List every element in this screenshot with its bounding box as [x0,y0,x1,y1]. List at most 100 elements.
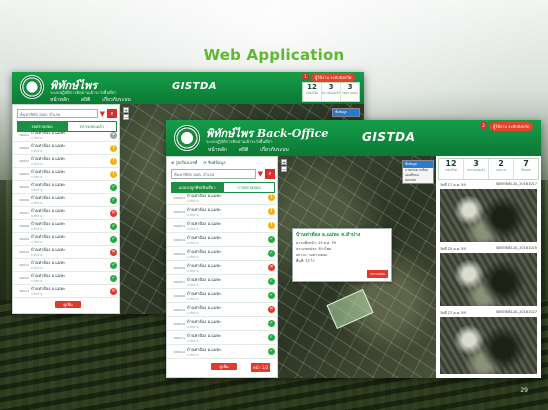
search-icon[interactable]: ⌕ [107,109,117,118]
notification-icon[interactable]: 1 [302,73,309,80]
list-item[interactable]: 000011 บ้านท่าต้อง อ.แม่ทะ จ.ลำปาง ✓ [167,331,279,345]
nav-about[interactable]: เกี่ยวกับระบบ [258,145,290,155]
front-layer-box[interactable]: ชั้นข้อมูล [332,108,360,117]
item-title: บ้านท่าต้อง อ.แม่ทะ [31,286,66,291]
list-item[interactable]: 00010 บ้านท่าต้อง อ.แม่ทะ จ.ลำปาง ✕ [13,246,121,259]
search-input[interactable]: ค้นหาพิกัด อบต. อำเภอ [17,109,98,118]
user-menu[interactable]: ผู้ใช้งาน ระดับจังหวัด [489,122,534,131]
list-item[interactable]: 00013 บ้านท่าต้อง อ.แม่ทะ จ.ลำปาง ✕ [13,285,121,298]
filter-toolbar-button[interactable]: ⊕ รูปเรียงเลขที่ [171,159,197,167]
status-ok-icon: ✓ [110,235,117,243]
list-item[interactable]: 00006 บ้านท่าต้อง อ.แม่ทะ จ.ลำปาง ✓ [13,194,121,207]
inspect-button[interactable]: ตรวจสอบ [367,270,388,278]
status-ok-icon: ✓ [268,334,275,341]
search-icon[interactable]: ⌕ [265,169,275,179]
status-wait-icon: ! [268,222,275,229]
item-subtitle: จ.ลำปาง [187,254,199,259]
list-item[interactable]: 000001 บ้านท่าต้อง อ.แม่ทะ จ.ลำปาง! [167,191,279,205]
item-id: 000003 [173,223,185,228]
imagery-card[interactable]: วันที่ 27 ต.ค. 59 SENTINEL2A_20161027 [438,310,539,376]
item-title: บ้านท่าต้อง อ.แม่ทะ [31,273,66,278]
zoom-in-icon[interactable]: + [123,107,129,114]
page-indicator: หน้า 1/2 [251,363,271,372]
load-more-button[interactable]: ดูเพิ่ม [211,363,237,370]
item-title: บ้านท่าต้อง อ.แม่ทะ [31,208,66,213]
back-map[interactable]: + − ชั้นข้อมูล ภาพถ่ายดาวเทียม แผนที่ถนน… [278,156,436,378]
item-subtitle: จ.ลำปาง [187,310,199,315]
item-id: 00002 [19,146,29,150]
list-item[interactable]: 000005 บ้านท่าต้อง อ.แม่ทะ จ.ลำปาง ✓ [167,247,279,261]
item-title: บ้านท่าต้อง อ.แม่ทะ [187,346,222,352]
item-subtitle: จ.ลำปาง [31,279,43,283]
status-ok-icon: ✓ [110,261,117,269]
item-id: 000012 [173,349,185,354]
status-wait-icon: ! [268,208,275,215]
list-item[interactable]: 00001 บ้านท่าต้อง อ.แม่ทะ จ.ลำปาง • [13,129,121,142]
item-id: 000005 [173,251,185,256]
front-list: 00001 บ้านท่าต้อง อ.แม่ทะ จ.ลำปาง • 00002 บ้า… [13,129,121,298]
page-number: 29 [520,387,528,394]
sync-button[interactable]: ⟳ ซิงค์ข้อมูล [203,159,225,167]
item-id: 00009 [19,237,29,241]
list-item[interactable]: 00005 บ้านท่าต้อง อ.แม่ทะ จ.ลำปาง ✓ [13,181,121,194]
list-item[interactable]: 00004 บ้านท่าต้อง อ.แม่ทะ จ.ลำปาง! [13,168,121,181]
zoom-out-icon[interactable]: − [123,114,129,121]
back-layer-box[interactable]: ชั้นข้อมูล ภาพถ่ายดาวเทียม แผนที่ถนน ขอบ… [402,160,434,184]
item-title: บ้านท่าต้อง อ.แม่ทะ [187,234,222,240]
back-stats-summary: 12 แปลงใหม่ 3 ตรวจสอบแล้ว 2 รอตรวจ 7 ทั้… [438,158,539,180]
list-item[interactable]: 000010 บ้านท่าต้อง อ.แม่ทะ จ.ลำปาง ✓ [167,317,279,331]
status-ok-icon: ✓ [268,278,275,285]
item-subtitle: จ.ลำปาง [187,296,199,301]
back-toolbar: ⊕ รูปเรียงเลขที่ ⟳ ซิงค์ข้อมูล [171,159,275,167]
item-id: 00006 [19,198,29,202]
list-item[interactable]: 000002 บ้านท่าต้อง อ.แม่ทะ จ.ลำปาง! [167,205,279,219]
list-item[interactable]: 00012 บ้านท่าต้อง อ.แม่ทะ จ.ลำปาง ✓ [13,272,121,285]
item-title: บ้านท่าต้อง อ.แม่ทะ [31,195,66,200]
item-title: บ้านท่าต้อง อ.แม่ทะ [31,234,66,239]
list-item[interactable]: 00008 บ้านท่าต้อง อ.แม่ทะ จ.ลำปาง ✓ [13,220,121,233]
list-item[interactable]: 000009 บ้านท่าต้อง อ.แม่ทะ จ.ลำปาง ✕ [167,303,279,317]
item-title: บ้านท่าต้อง อ.แม่ทะ [187,318,222,324]
load-more-button[interactable]: ดูเพิ่ม [55,301,81,308]
front-list-panel: ค้นหาพิกัด อบต. อำเภอ ▼ ⌕ รอตรวจสอบ ตรวจ… [12,104,121,314]
list-item[interactable]: 000004 บ้านท่าต้อง อ.แม่ทะ จ.ลำปาง ✓ [167,233,279,247]
list-item[interactable]: 000006 บ้านท่าต้อง อ.แม่ทะ จ.ลำปาง ✕ [167,261,279,275]
satellite-thumbnail [440,253,537,306]
status-ok-icon: ✓ [110,183,117,191]
notification-icon[interactable]: 2 [480,122,487,129]
filter-icon[interactable]: ▼ [100,110,105,118]
list-item[interactable]: 00009 บ้านท่าต้อง อ.แม่ทะ จ.ลำปาง ✓ [13,233,121,246]
list-item[interactable]: 000012 บ้านท่าต้อง อ.แม่ทะ จ.ลำปาง ✓ [167,345,279,359]
item-subtitle: จ.ลำปาง [31,175,43,179]
search-input[interactable]: ค้นหาพิกัด อบต. อำเภอ [171,169,256,179]
zoom-in-icon[interactable]: + [281,159,287,166]
item-id: 000008 [173,293,185,298]
item-title: บ้านท่าต้อง อ.แม่ทะ [187,332,222,338]
zoom-out-icon[interactable]: − [281,166,287,173]
list-item[interactable]: 00011 บ้านท่าต้อง อ.แม่ทะ จ.ลำปาง ✓ [13,259,121,272]
status-ok-icon: ✓ [110,274,117,282]
filter-icon[interactable]: ▼ [258,170,263,178]
list-item[interactable]: 000008 บ้านท่าต้อง อ.แม่ทะ จ.ลำปาง ✓ [167,289,279,303]
item-subtitle: จ.ลำปาง [187,282,199,287]
nav-stats[interactable]: สถิติ [237,145,250,155]
imagery-card[interactable]: วันที่ 25 ต.ค. 59 SENTINEL2A_20161025 [438,246,539,308]
item-subtitle: จ.ลำปาง [187,268,199,273]
stat-new: 12 แปลงใหม่ [439,159,464,179]
list-item[interactable]: 000007 บ้านท่าต้อง อ.แม่ทะ จ.ลำปาง ✓ [167,275,279,289]
slide-title: Web Application [203,46,345,64]
front-search-row: ค้นหาพิกัด อบต. อำเภอ ▼ ⌕ [17,109,117,118]
imagery-card[interactable]: วันที่ 17 ต.ค. 59 SENTINEL2A_20161017 [438,182,539,244]
nav-home[interactable]: หน้าหลัก [206,145,229,155]
back-list: 000001 บ้านท่าต้อง อ.แม่ทะ จ.ลำปาง! 000002 บ… [167,191,279,359]
list-item[interactable]: 000003 บ้านท่าต้อง อ.แม่ทะ จ.ลำปาง! [167,219,279,233]
item-subtitle: จ.ลำปาง [187,338,199,343]
seal-logo [174,125,200,151]
list-item[interactable]: 00003 บ้านท่าต้อง อ.แม่ทะ จ.ลำปาง! [13,155,121,168]
back-office-header: พิทักษ์ไพร Back-Office ระบบปฏิบัติการติด… [166,120,541,156]
item-id: 00004 [19,172,29,176]
user-menu[interactable]: ผู้ใช้งาน ระดับจังหวัด [311,73,356,82]
plot-polygon[interactable] [326,288,374,330]
list-item[interactable]: 00007 บ้านท่าต้อง อ.แม่ทะ จ.ลำปาง ✕ [13,207,121,220]
list-item[interactable]: 00002 บ้านท่าต้อง อ.แม่ทะ จ.ลำปาง! [13,142,121,155]
